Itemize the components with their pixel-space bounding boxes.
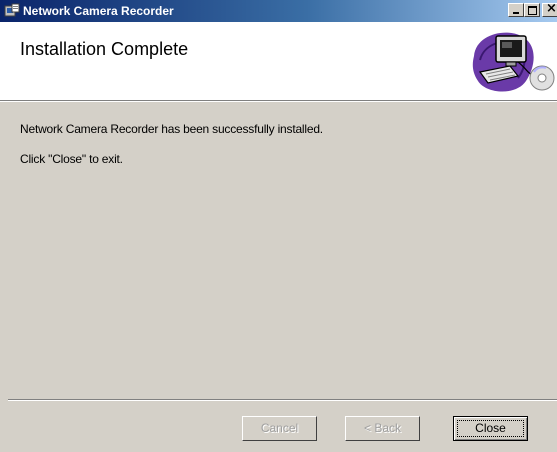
- close-icon: ×: [546, 1, 557, 16]
- footer-divider: [8, 399, 557, 401]
- window-close-button[interactable]: ×: [542, 1, 557, 17]
- exit-instruction: Click "Close" to exit.: [20, 152, 123, 166]
- header-banner: Installation Complete: [0, 22, 557, 100]
- header-divider: [0, 100, 557, 102]
- computer-setup-icon: [472, 32, 555, 92]
- maximize-button[interactable]: [524, 3, 540, 17]
- title-bar[interactable]: Network Camera Recorder ×: [0, 0, 557, 22]
- page-title: Installation Complete: [20, 39, 189, 59]
- window-title: Network Camera Recorder: [23, 4, 174, 18]
- back-button-label: Back: [364, 421, 401, 435]
- success-message: Network Camera Recorder has been success…: [20, 122, 323, 136]
- maximize-icon: [528, 6, 537, 15]
- minimize-icon: [513, 12, 519, 14]
- back-button[interactable]: Back: [345, 416, 420, 441]
- close-button-label: Close: [475, 421, 506, 435]
- installer-window: Network Camera Recorder × Installation C…: [0, 0, 557, 452]
- cancel-button-label: Cancel: [260, 421, 299, 435]
- close-button[interactable]: Close: [453, 416, 528, 441]
- minimize-button[interactable]: [508, 3, 524, 17]
- cancel-button[interactable]: Cancel: [242, 416, 317, 441]
- installer-app-icon: [4, 3, 20, 17]
